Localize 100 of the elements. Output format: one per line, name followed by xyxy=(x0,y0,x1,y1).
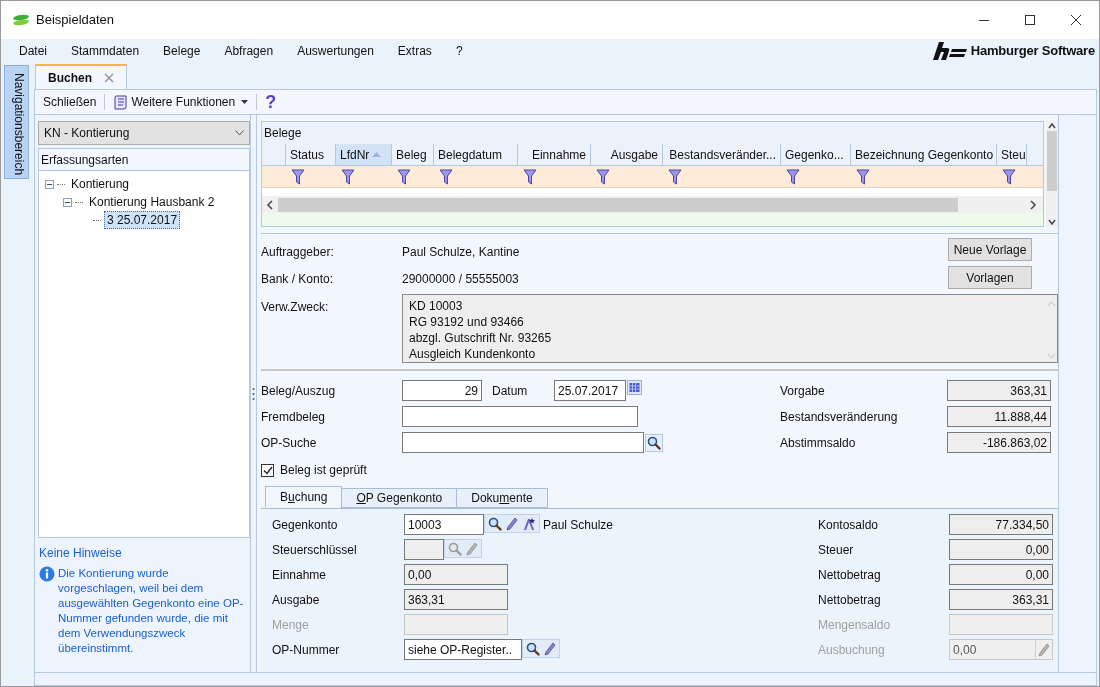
filter-icon[interactable] xyxy=(439,168,453,185)
field-label: Datum xyxy=(492,382,529,400)
close-button[interactable]: Schließen xyxy=(43,93,97,111)
field-label: Steuerschlüssel xyxy=(272,541,358,559)
menu-item[interactable]: ? xyxy=(443,42,475,60)
field-label: Nettobetrag xyxy=(818,591,882,609)
booking-total-field[interactable]: 363,31 xyxy=(949,589,1053,610)
menu-item[interactable]: Auswertungen xyxy=(285,42,386,60)
vertical-scrollbar[interactable] xyxy=(1046,121,1058,227)
help-button[interactable]: ? xyxy=(265,93,277,111)
filter-icon[interactable] xyxy=(668,168,682,185)
tree-item[interactable]: 3 25.07.2017 xyxy=(104,211,181,229)
column-header[interactable]: Einnahme xyxy=(518,144,591,165)
template-button[interactable]: Neue Vorlage xyxy=(948,238,1032,261)
booking-total-field[interactable]: 0,00 xyxy=(949,539,1053,560)
filter-icon[interactable] xyxy=(397,168,411,185)
brand-name: Hamburger Software xyxy=(970,42,1095,61)
date-field[interactable]: 25.07.2017 xyxy=(554,380,626,401)
column-header[interactable]: Ausgabe xyxy=(591,144,663,165)
filter-icon[interactable] xyxy=(786,168,800,185)
collapse-icon[interactable] xyxy=(45,179,54,189)
filter-icon[interactable] xyxy=(341,168,355,185)
field-label: Ausgabe xyxy=(272,591,321,609)
column-header[interactable]: Steu xyxy=(997,144,1027,165)
checkbox-label: Beleg ist geprüft xyxy=(280,462,367,479)
menu-item[interactable]: Datei xyxy=(7,42,59,60)
column-header[interactable]: Beleg xyxy=(392,144,434,165)
total-value[interactable]: 363,31 xyxy=(947,380,1051,401)
column-header[interactable]: Bestandsveränder... xyxy=(663,144,781,165)
calendar-icon[interactable] xyxy=(627,380,642,395)
total-label: Abstimmsaldo xyxy=(780,434,857,452)
menu-item[interactable]: Belege xyxy=(151,42,213,60)
booking-field[interactable] xyxy=(404,539,444,560)
document-tab[interactable]: Buchen xyxy=(35,64,127,89)
field-label: Verw.Zweck: xyxy=(261,299,330,316)
chevron-down-icon xyxy=(235,130,244,136)
account-name: Paul Schulze xyxy=(543,516,614,534)
menu-item[interactable]: Extras xyxy=(385,42,444,60)
checkbox[interactable] xyxy=(261,463,274,477)
bank-account-value: 29000000 / 55555003 xyxy=(402,270,519,288)
booking-field[interactable]: 10003 xyxy=(404,514,484,535)
field-label: OP-Nummer xyxy=(272,641,341,659)
more-functions-button[interactable]: Weitere Funktionen xyxy=(113,93,249,111)
total-value[interactable]: 11.888,44 xyxy=(947,406,1051,427)
menu-item[interactable]: Stammdaten xyxy=(59,42,152,60)
collapse-icon[interactable] xyxy=(63,197,72,207)
navigation-panel-tab[interactable]: Navigationsbereich xyxy=(4,65,29,179)
tree-item[interactable]: Kontierung Hausbank 2 xyxy=(86,193,218,211)
external-voucher-field[interactable] xyxy=(402,406,638,427)
grid-title: Belege xyxy=(264,125,302,142)
close-tab-icon[interactable] xyxy=(104,72,114,83)
template-button[interactable]: Vorlagen xyxy=(948,266,1032,289)
tree-title: Erfassungsarten xyxy=(41,151,129,169)
search-icon[interactable] xyxy=(526,641,540,656)
pencil-icon[interactable] xyxy=(506,516,518,531)
pencil-icon[interactable] xyxy=(544,641,556,656)
purpose-line: Ausgleich Kundenkonto xyxy=(409,346,537,362)
booking-field[interactable]: siehe OP-Register.. xyxy=(404,639,522,660)
field-label: Mengensaldo xyxy=(818,616,892,634)
total-value[interactable]: -186.863,02 xyxy=(947,432,1051,453)
filter-icon[interactable] xyxy=(523,168,537,185)
booking-total-field[interactable]: 77.334,50 xyxy=(949,514,1053,535)
column-header[interactable]: LfdNr xyxy=(336,144,392,165)
field-label: Beleg/Auszug xyxy=(261,382,337,400)
splitter-grip-icon[interactable] xyxy=(252,386,255,401)
booking-total-field[interactable]: 0,00 xyxy=(949,564,1053,585)
column-header[interactable]: Belegdatum xyxy=(434,144,518,165)
column-header[interactable]: Gegenko... xyxy=(781,144,851,165)
brand-logo-icon xyxy=(932,42,967,60)
total-label: Vorgabe xyxy=(780,382,826,400)
scroll-up-icon[interactable] xyxy=(1047,121,1057,131)
booking-field[interactable]: 0,00 xyxy=(404,564,508,585)
detail-tab[interactable]: Dokumente xyxy=(456,488,548,508)
purpose-line: KD 10003 xyxy=(409,298,464,314)
filter-icon[interactable] xyxy=(856,168,870,185)
filter-icon[interactable] xyxy=(1002,168,1016,185)
op-search-field[interactable] xyxy=(402,432,644,453)
scroll-down-icon[interactable] xyxy=(1047,217,1057,227)
detail-tab[interactable]: Buchung xyxy=(265,486,343,508)
search-icon[interactable] xyxy=(488,516,502,531)
format-icon[interactable] xyxy=(522,516,536,531)
field-label: Kontosaldo xyxy=(818,516,880,534)
menu-item[interactable]: Abfragen xyxy=(212,42,286,60)
detail-tab[interactable]: OP Gegenkonto xyxy=(341,488,458,508)
booking-field[interactable]: 363,31 xyxy=(404,589,508,610)
field-label: Ausbuchung xyxy=(818,641,886,659)
search-icon[interactable] xyxy=(647,435,661,450)
field-label: Gegenkonto xyxy=(272,516,339,534)
horizontal-scrollbar[interactable] xyxy=(262,196,1043,213)
filter-icon[interactable] xyxy=(291,168,305,185)
field-label: Auftraggeber: xyxy=(261,243,335,261)
column-header[interactable]: Bezeichnung Gegenkonto xyxy=(851,144,997,165)
filter-icon[interactable] xyxy=(596,168,610,185)
app-logo-icon xyxy=(12,14,30,26)
window-title: Beispieldaten xyxy=(36,11,115,30)
info-icon xyxy=(39,566,55,582)
entry-type-dropdown[interactable]: KN - Kontierung xyxy=(38,121,250,145)
tree-item[interactable]: Kontierung xyxy=(68,175,133,193)
voucher-number-field[interactable]: 29 xyxy=(402,380,482,401)
field-label: Nettobetrag xyxy=(818,566,882,584)
